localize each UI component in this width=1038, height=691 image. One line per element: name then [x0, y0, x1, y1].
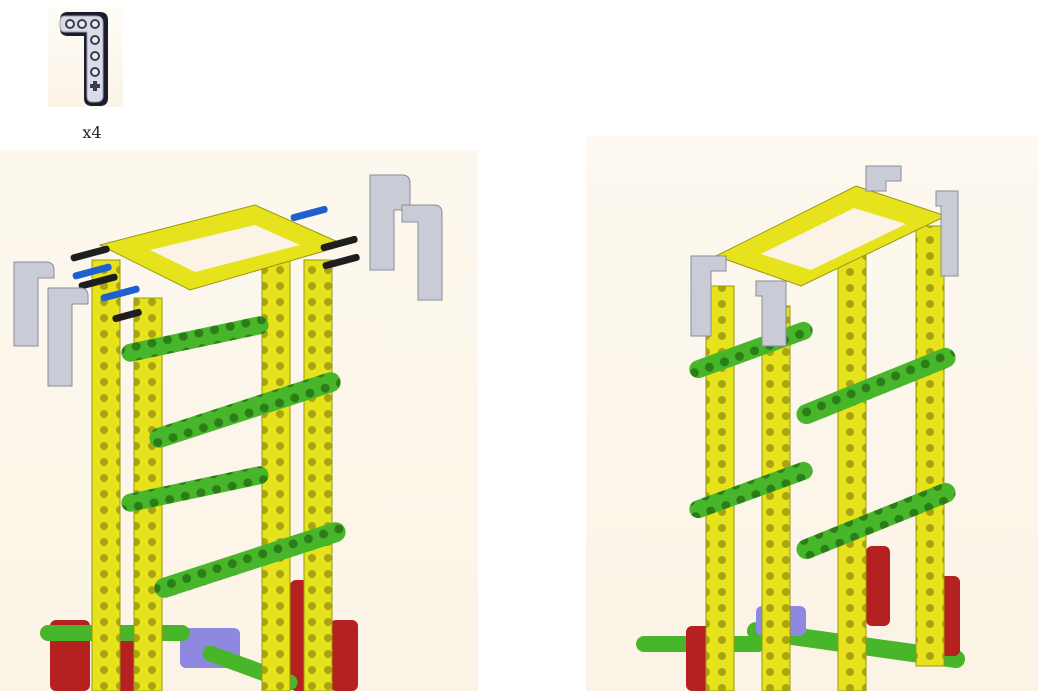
gray-l-beams — [13, 174, 443, 387]
part-quantity-label: x4 — [82, 123, 102, 142]
yellow-vertical-beam — [91, 259, 121, 691]
exploded-view-panel — [0, 150, 478, 691]
exploded-assembly-illustration — [13, 174, 443, 691]
part-callout — [48, 6, 123, 107]
assembled-model-illustration — [636, 165, 966, 691]
assembled-view-panel — [586, 136, 1038, 691]
l-beam-part-icon — [59, 12, 108, 106]
